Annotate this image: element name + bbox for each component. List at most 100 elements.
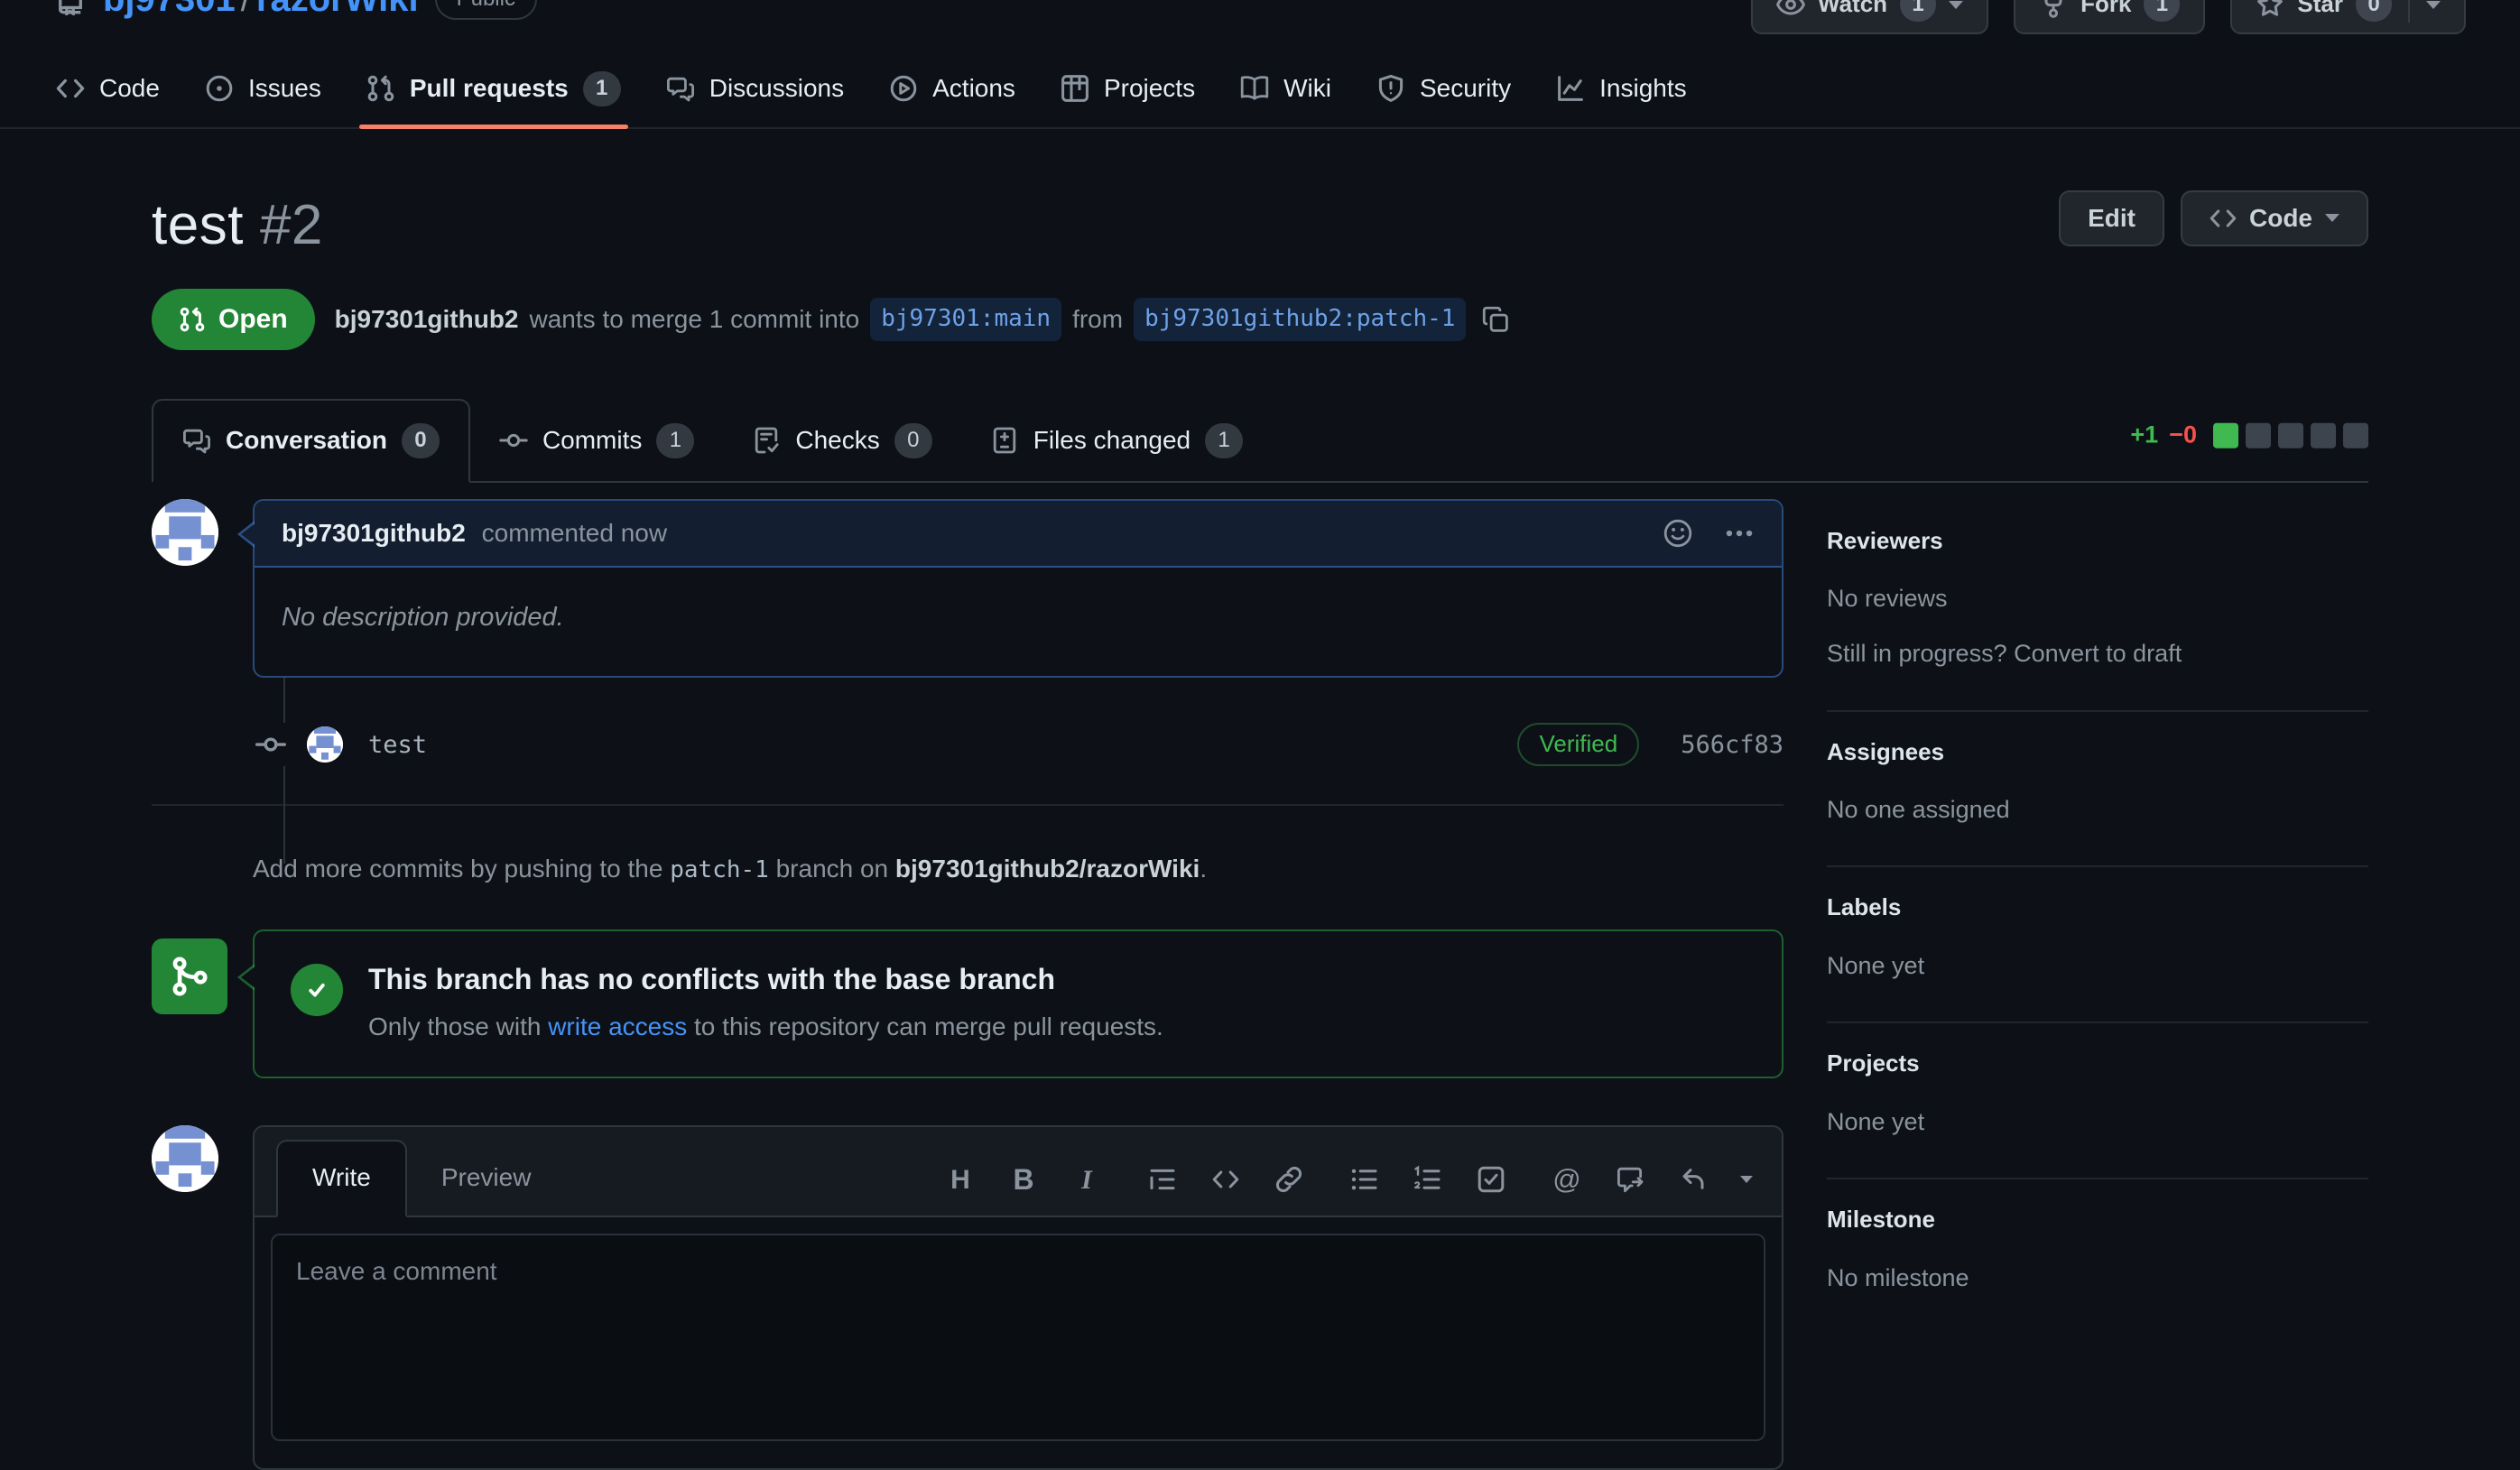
content-container: test #2 Edit Code Open bj97301github2 wan… bbox=[0, 129, 2520, 1470]
pr-merge-summary: bj97301github2 wants to merge 1 commit i… bbox=[335, 298, 1510, 341]
pr-title: test #2 bbox=[152, 185, 323, 266]
identicon bbox=[152, 1125, 218, 1192]
base-branch-label[interactable]: bj97301:main bbox=[870, 298, 1061, 341]
from-word: from bbox=[1072, 301, 1123, 338]
quote-icon[interactable] bbox=[1146, 1163, 1179, 1196]
write-tab[interactable]: Write bbox=[276, 1140, 407, 1218]
diff-block-neutral bbox=[2246, 423, 2271, 448]
milestone-title[interactable]: Milestone bbox=[1827, 1203, 2368, 1237]
nav-tab-discussions[interactable]: Discussions bbox=[650, 51, 860, 127]
heading-icon[interactable]: H bbox=[944, 1163, 977, 1196]
chevron-down-icon bbox=[2325, 214, 2339, 222]
repo-full-name: bj97301github2/razorWiki bbox=[895, 855, 1200, 883]
edit-button[interactable]: Edit bbox=[2059, 190, 2164, 246]
tab-conversation[interactable]: Conversation 0 bbox=[152, 399, 470, 483]
list-unordered-icon[interactable] bbox=[1348, 1163, 1381, 1196]
diff-stats[interactable]: +1 −0 bbox=[2130, 418, 2368, 453]
assignees-title[interactable]: Assignees bbox=[1827, 735, 2368, 770]
watch-button[interactable]: Watch 1 bbox=[1751, 0, 1988, 34]
star-button[interactable]: Star 0 bbox=[2230, 0, 2466, 34]
repo-owner[interactable]: bj97301 bbox=[103, 0, 236, 19]
nav-tab-actions[interactable]: Actions bbox=[873, 51, 1032, 127]
milestone-empty-text: No milestone bbox=[1827, 1261, 2368, 1296]
tab-commits[interactable]: Commits 1 bbox=[470, 401, 723, 481]
comment-meta: bj97301github2 commented now bbox=[282, 515, 667, 552]
tab-files-changed[interactable]: Files changed 1 bbox=[961, 401, 1272, 481]
comment-header: bj97301github2 commented now bbox=[255, 501, 1782, 569]
avatar[interactable] bbox=[307, 726, 343, 763]
fork-count: 1 bbox=[2144, 0, 2180, 22]
avatar[interactable] bbox=[152, 499, 218, 566]
list-ordered-icon[interactable] bbox=[1412, 1163, 1444, 1196]
comment-timestamp: commented now bbox=[482, 519, 667, 547]
sidebar: Reviewers No reviews Still in progress? … bbox=[1827, 483, 2368, 1334]
reply-icon[interactable] bbox=[1677, 1163, 1709, 1196]
emoji-reaction-icon[interactable] bbox=[1663, 518, 1693, 549]
tab-counter: 0 bbox=[894, 423, 932, 458]
graph-icon bbox=[1556, 74, 1585, 103]
sidebar-section-milestone: Milestone No milestone bbox=[1827, 1179, 2368, 1334]
nav-tab-wiki[interactable]: Wiki bbox=[1224, 51, 1348, 127]
comment-actions bbox=[1663, 518, 1755, 549]
cross-reference-icon[interactable] bbox=[1614, 1163, 1646, 1196]
comment-input[interactable] bbox=[271, 1234, 1765, 1441]
tasklist-icon[interactable] bbox=[1475, 1163, 1507, 1196]
nav-tab-pull-requests[interactable]: Pull requests 1 bbox=[350, 51, 637, 127]
kebab-menu-icon[interactable] bbox=[1724, 518, 1755, 549]
comment-author[interactable]: bj97301github2 bbox=[282, 519, 466, 547]
comment-body: No description provided. bbox=[255, 568, 1782, 676]
copy-icon[interactable] bbox=[1482, 306, 1509, 333]
bold-icon[interactable]: B bbox=[1007, 1163, 1040, 1196]
convert-to-draft-row: Still in progress? Convert to draft bbox=[1827, 636, 2368, 671]
nav-tab-insights[interactable]: Insights bbox=[1540, 51, 1703, 127]
italic-icon[interactable]: I bbox=[1070, 1163, 1103, 1196]
diff-block-neutral bbox=[2311, 423, 2336, 448]
repo-action-buttons: Watch 1 Fork 1 Star 0 bbox=[1751, 0, 2466, 34]
editor-body bbox=[255, 1217, 1782, 1468]
convert-to-draft-link[interactable]: Convert to draft bbox=[2014, 640, 2182, 667]
commit-message[interactable]: test bbox=[368, 727, 427, 763]
open-state-badge: Open bbox=[152, 289, 315, 350]
code-icon[interactable] bbox=[1209, 1163, 1242, 1196]
write-access-link[interactable]: write access bbox=[548, 1012, 687, 1040]
fork-button[interactable]: Fork 1 bbox=[2014, 0, 2205, 34]
check-circle-icon bbox=[291, 964, 343, 1016]
nav-tab-code[interactable]: Code bbox=[40, 51, 176, 127]
state-label: Open bbox=[218, 300, 288, 339]
repo-title[interactable]: bj97301/razorWiki bbox=[103, 0, 419, 25]
push-hint-text: Add more commits by pushing to the bbox=[253, 855, 662, 883]
repo-name[interactable]: razorWiki bbox=[256, 0, 419, 19]
push-hint: Add more commits by pushing to the patch… bbox=[152, 851, 1783, 888]
head-branch-label[interactable]: bj97301github2:patch-1 bbox=[1134, 298, 1466, 341]
pr-number: #2 bbox=[260, 194, 323, 256]
preview-tab[interactable]: Preview bbox=[407, 1142, 566, 1216]
pr-title-text: test bbox=[152, 194, 244, 256]
book-icon bbox=[1240, 74, 1269, 103]
pr-author[interactable]: bj97301github2 bbox=[335, 301, 519, 338]
nav-tab-projects[interactable]: Projects bbox=[1044, 51, 1211, 127]
nav-tab-security[interactable]: Security bbox=[1360, 51, 1527, 127]
merge-status-subtitle: Only those with write access to this rep… bbox=[368, 1009, 1163, 1046]
nav-label: Discussions bbox=[709, 70, 844, 107]
commit-sha[interactable]: 566cf83 bbox=[1681, 727, 1783, 763]
chevron-down-icon bbox=[1949, 1, 1963, 9]
star-label: Star bbox=[2297, 0, 2343, 22]
diff-block-neutral bbox=[2343, 423, 2368, 448]
nav-tab-issues[interactable]: Issues bbox=[189, 51, 338, 127]
tab-checks[interactable]: Checks 0 bbox=[723, 401, 960, 481]
projects-title[interactable]: Projects bbox=[1827, 1047, 2368, 1081]
code-dropdown-button[interactable]: Code bbox=[2181, 190, 2368, 246]
mention-icon[interactable]: @ bbox=[1551, 1163, 1583, 1196]
reviewers-title[interactable]: Reviewers bbox=[1827, 524, 2368, 559]
avatar[interactable] bbox=[152, 1125, 218, 1192]
nav-label: Projects bbox=[1104, 70, 1195, 107]
repo-breadcrumb: bj97301/razorWiki Public bbox=[54, 0, 537, 25]
push-hint-period: . bbox=[1200, 855, 1207, 883]
link-icon[interactable] bbox=[1273, 1163, 1305, 1196]
nav-label: Insights bbox=[1599, 70, 1687, 107]
labels-title[interactable]: Labels bbox=[1827, 891, 2368, 925]
checklist-icon bbox=[752, 426, 781, 455]
page: { "colors": { "accent_blue": "#4493f8", … bbox=[0, 0, 2520, 1215]
verified-badge[interactable]: Verified bbox=[1517, 723, 1639, 766]
chevron-down-icon[interactable] bbox=[1740, 1176, 1753, 1183]
